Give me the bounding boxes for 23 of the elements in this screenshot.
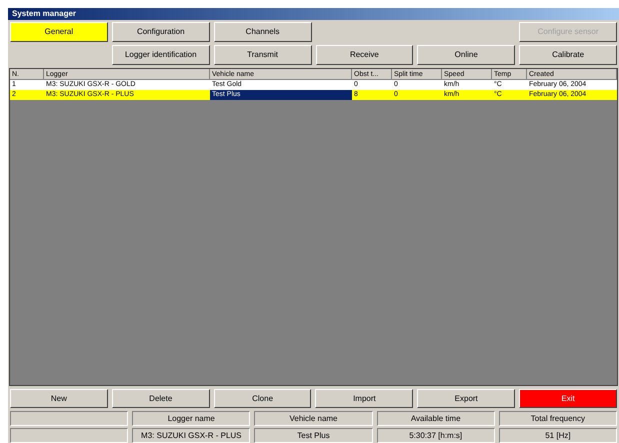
info-value: Test Plus	[254, 428, 373, 443]
action-button[interactable]: Delete	[112, 389, 210, 408]
toolbar-button[interactable]: General	[10, 22, 108, 42]
action-button[interactable]: Import	[315, 389, 414, 408]
info-label: Vehicle name	[254, 411, 373, 426]
info-value: 51 [Hz]	[498, 428, 617, 443]
info-label: Total frequency	[498, 411, 617, 426]
action-button[interactable]: Exit	[519, 389, 617, 408]
info-label: Available time	[376, 411, 495, 426]
toolbar-button[interactable]: Channels	[214, 22, 312, 42]
toolbar-button[interactable]: Receive	[316, 45, 414, 65]
window-title: System manager	[12, 8, 76, 20]
toolbar-button[interactable]: Logger identification	[112, 45, 210, 65]
info-value: 5:30:37 [h:m:s]	[376, 428, 495, 443]
action-button[interactable]: New	[10, 389, 108, 408]
toolbar-button[interactable]: Calibrate	[519, 45, 617, 65]
toolbar-button[interactable]: Transmit	[214, 45, 312, 65]
action-button[interactable]: Clone	[214, 389, 312, 408]
toolbar-button[interactable]: Online	[417, 45, 516, 65]
toolbar-button[interactable]: Configuration	[112, 22, 210, 42]
info-value: M3: SUZUKI GSX-R - PLUS	[132, 428, 250, 443]
action-button[interactable]: Export	[417, 389, 516, 408]
info-label: Logger name	[132, 411, 250, 426]
